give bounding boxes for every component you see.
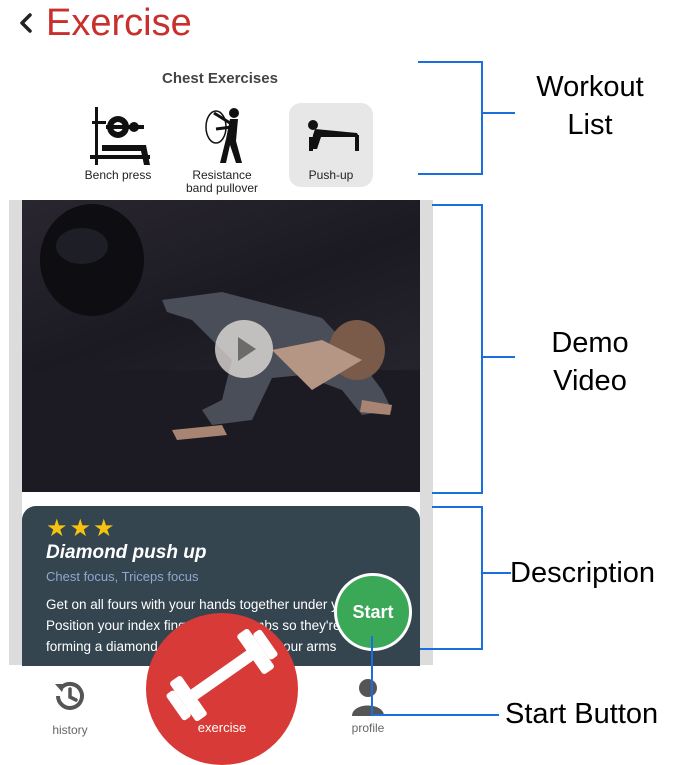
bracket-demo-video-pointer: [483, 356, 515, 358]
bracket-workout-list-vertical: [481, 61, 483, 175]
demo-video[interactable]: [22, 200, 420, 492]
workout-label-line2: band pullover: [185, 181, 259, 195]
dumbbell-icon: [166, 628, 278, 722]
bracket-description-bottom: [420, 648, 482, 650]
bracket-workout-list-bottom: [418, 173, 482, 175]
nav-exercise-label: exercise: [197, 720, 247, 735]
annotation-start-button: Start Button: [505, 698, 659, 730]
nav-history[interactable]: history: [48, 678, 92, 737]
annotation-description: Description: [510, 557, 656, 589]
nav-history-label: history: [52, 723, 88, 737]
bracket-demo-video-bottom: [432, 492, 482, 494]
workout-item-bench-press[interactable]: Bench press: [76, 103, 160, 187]
workout-label: Resistance band pullover: [180, 169, 264, 195]
bracket-workout-list: [418, 61, 482, 63]
history-icon: [55, 681, 84, 710]
play-icon: [238, 337, 256, 361]
bracket-description-pointer: [483, 572, 511, 574]
annotation-workout-list-line1: Workout: [536, 71, 644, 103]
start-button[interactable]: Start: [334, 573, 412, 651]
annotation-workout-list-line2: List: [567, 109, 613, 141]
star-rating: ★★★: [46, 515, 117, 542]
start-pointer-vertical: [371, 636, 373, 716]
push-up-icon: [308, 120, 359, 151]
back-icon[interactable]: [18, 12, 34, 34]
bracket-description-vertical: [481, 506, 483, 650]
profile-icon: [352, 679, 384, 716]
workout-label: Bench press: [84, 168, 152, 182]
exercise-name: Diamond push up: [46, 542, 207, 563]
annotation-demo-video-line1: Demo: [551, 327, 629, 359]
nav-profile-label: profile: [351, 721, 385, 735]
nav-exercise[interactable]: [146, 613, 298, 765]
frame-edge-right: [420, 200, 433, 665]
nav-profile[interactable]: profile: [343, 676, 393, 735]
workout-item-resistance-band[interactable]: Resistance band pullover: [180, 103, 264, 195]
bench-press-icon: [90, 107, 150, 165]
annotation-demo-video-line2: Video: [553, 365, 627, 397]
workout-label: Push-up: [308, 168, 354, 182]
start-pointer-horizontal: [371, 714, 499, 716]
bracket-demo-video-vertical: [481, 204, 483, 494]
annotation-workout-list: Workout List: [515, 68, 665, 144]
bracket-description: [432, 506, 482, 508]
page-title: Exercise: [46, 2, 192, 44]
play-button[interactable]: [215, 320, 273, 378]
frame-edge-left: [9, 200, 22, 665]
annotation-demo-video: Demo Video: [515, 324, 665, 400]
exercise-focus: Chest focus, Triceps focus: [46, 569, 199, 584]
workout-list-title: Chest Exercises: [162, 70, 278, 87]
workout-item-push-up[interactable]: Push-up: [289, 103, 373, 187]
bracket-demo-video: [432, 204, 482, 206]
resistance-band-icon: [205, 108, 242, 163]
bracket-workout-list-pointer: [483, 112, 515, 114]
